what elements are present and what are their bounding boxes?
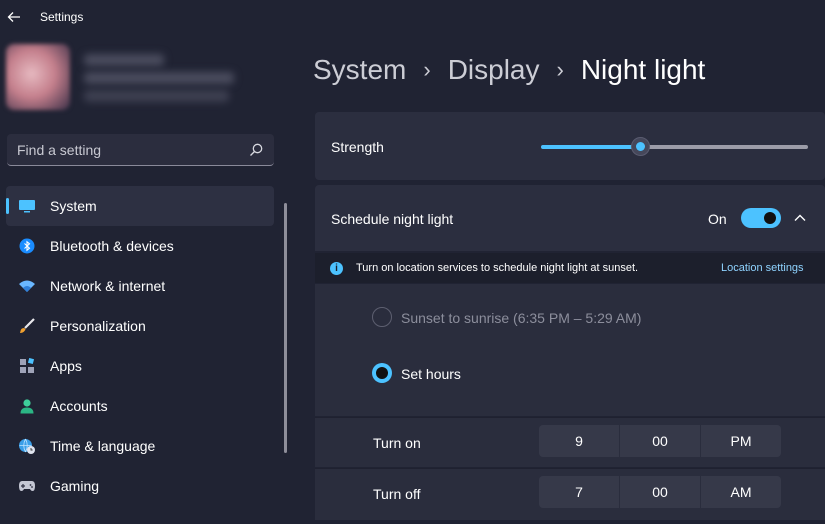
gamepad-icon [18, 477, 36, 495]
sidebar-item-network[interactable]: Network & internet [6, 266, 274, 306]
user-profile[interactable] [4, 44, 244, 114]
schedule-options-card [315, 284, 825, 416]
toggle-state-label: On [708, 211, 727, 227]
breadcrumb-display[interactable]: Display [448, 54, 540, 86]
sidebar-item-label: Gaming [50, 478, 100, 494]
sidebar-item-label: System [50, 198, 97, 214]
turn-off-ampm[interactable]: AM [701, 476, 781, 508]
profile-email-blurred [84, 72, 234, 84]
strength-slider-fill[interactable] [541, 145, 640, 149]
sidebar-nav: System Bluetooth & devices Network & int… [6, 186, 274, 506]
bluetooth-icon [18, 237, 36, 255]
apps-icon [18, 357, 36, 375]
sidebar-item-time-language[interactable]: Time & language [6, 426, 274, 466]
strength-label: Strength [331, 139, 384, 155]
turn-off-label: Turn off [373, 486, 421, 502]
profile-name-blurred [84, 54, 164, 66]
display-icon [18, 197, 36, 215]
sidebar-item-apps[interactable]: Apps [6, 346, 274, 386]
breadcrumb: System › Display › Night light [313, 50, 705, 90]
sidebar-item-label: Time & language [50, 438, 156, 454]
schedule-label: Schedule night light [331, 211, 454, 227]
set-hours-radio[interactable] [372, 363, 392, 383]
location-settings-link[interactable]: Location settings [721, 262, 804, 274]
turn-on-time-picker[interactable]: 9 00 PM [539, 425, 781, 457]
active-indicator [6, 198, 9, 214]
title-bar: Settings [0, 0, 825, 36]
sunset-radio-label: Sunset to sunrise (6:35 PM – 5:29 AM) [401, 310, 642, 326]
turn-on-label: Turn on [373, 435, 421, 451]
page-title: Night light [580, 54, 706, 85]
set-hours-radio-label: Set hours [401, 366, 461, 382]
back-arrow-icon [7, 12, 20, 22]
info-icon: i [330, 262, 343, 275]
sidebar-item-label: Bluetooth & devices [50, 238, 174, 254]
avatar [6, 44, 70, 110]
sidebar-item-bluetooth[interactable]: Bluetooth & devices [6, 226, 274, 266]
turn-off-time-picker[interactable]: 7 00 AM [539, 476, 781, 508]
strength-slider-track[interactable] [640, 145, 808, 149]
sidebar-scrollbar[interactable] [284, 203, 287, 453]
sidebar-item-label: Apps [50, 358, 82, 374]
sidebar-item-system[interactable]: System [6, 186, 274, 226]
person-icon [18, 397, 36, 415]
sunset-radio[interactable] [372, 307, 392, 327]
sidebar-item-gaming[interactable]: Gaming [6, 466, 274, 506]
back-button[interactable] [4, 6, 24, 28]
sidebar-item-label: Network & internet [50, 278, 166, 294]
search-box[interactable] [7, 134, 274, 166]
chevron-up-icon[interactable] [792, 210, 808, 226]
chevron-right-icon: › [423, 57, 431, 82]
brush-icon [18, 317, 36, 335]
strength-slider-thumb[interactable] [631, 137, 650, 156]
sidebar-item-label: Personalization [50, 318, 146, 334]
info-text: Turn on location services to schedule ni… [356, 262, 639, 274]
turn-off-minute[interactable]: 00 [620, 476, 701, 508]
sidebar-item-personalization[interactable]: Personalization [6, 306, 274, 346]
profile-detail-blurred [84, 90, 229, 102]
chevron-right-icon: › [556, 57, 564, 82]
search-icon[interactable] [248, 142, 264, 158]
sidebar-item-label: Accounts [50, 398, 108, 414]
search-input[interactable] [7, 141, 237, 158]
turn-on-hour[interactable]: 9 [539, 425, 620, 457]
turn-on-minute[interactable]: 00 [620, 425, 701, 457]
window-title: Settings [40, 10, 84, 24]
globe-clock-icon [18, 437, 36, 455]
turn-on-ampm[interactable]: PM [701, 425, 781, 457]
breadcrumb-system[interactable]: System [313, 54, 406, 86]
schedule-toggle[interactable] [741, 208, 781, 228]
sidebar-item-accounts[interactable]: Accounts [6, 386, 274, 426]
wifi-icon [18, 277, 36, 295]
turn-off-hour[interactable]: 7 [539, 476, 620, 508]
